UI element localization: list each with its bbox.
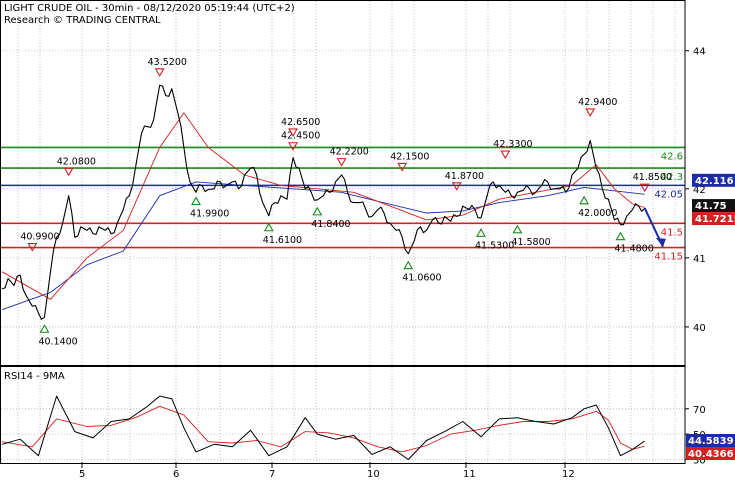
x-axis-label: 7: [269, 469, 275, 480]
swing-low-label: 40.1400: [38, 336, 77, 347]
swing-high-label: 41.8500: [633, 172, 672, 183]
price-badge-label: 42.116: [695, 176, 734, 187]
level-label: 41.15: [654, 252, 683, 263]
x-axis-label: 12: [562, 469, 575, 480]
swing-high-label: 42.6500: [281, 117, 320, 128]
rsi-title: RSI14 - 9MA: [4, 371, 65, 382]
price-axis-label: 41: [693, 254, 706, 265]
swing-low-label: 41.9900: [190, 209, 229, 220]
rsi-badge-label: 40.4366: [688, 449, 734, 460]
swing-high-label: 43.5200: [148, 57, 187, 68]
swing-high-label: 42.1500: [390, 151, 429, 162]
swing-low-label: 41.0600: [402, 273, 441, 284]
swing-high-label: 42.4500: [281, 131, 320, 142]
x-axis-label: 6: [173, 469, 179, 480]
level-label: 42.05: [654, 189, 683, 200]
swing-low-label: 41.4800: [614, 244, 653, 255]
level-label: 41.5: [661, 227, 683, 238]
chart-title: LIGHT CRUDE OIL - 30min - 08/12/2020 05:…: [4, 3, 295, 14]
swing-high-label: 42.9400: [578, 97, 617, 108]
price-axis-label: 40: [693, 323, 706, 334]
swing-high-label: 40.9900: [20, 232, 59, 243]
price-badge-label: 41.75: [695, 201, 727, 212]
swing-low-label: 41.6100: [263, 235, 302, 246]
swing-high-label: 42.3300: [493, 139, 532, 150]
swing-high-label: 41.8700: [445, 171, 484, 182]
x-axis-label: 11: [463, 469, 476, 480]
chart: 42.642.342.0541.541.15 40.990040.140042.…: [0, 0, 735, 480]
swing-high-label: 42.2200: [330, 147, 369, 158]
swing-low-label: 41.5300: [475, 240, 514, 251]
level-label: 42.6: [661, 151, 683, 162]
swing-high-label: 42.0800: [57, 156, 96, 167]
swing-low-label: 41.5800: [511, 237, 550, 248]
swing-low-label: 42.0000: [578, 208, 617, 219]
x-axis-label: 5: [79, 469, 85, 480]
x-axis-label: 10: [367, 469, 380, 480]
price-axis-label: 44: [693, 47, 706, 58]
rsi-axis-label: 70: [693, 405, 706, 416]
rsi-badge-label: 44.5839: [688, 436, 734, 447]
chart-subtitle: Research © TRADING CENTRAL: [4, 15, 161, 26]
price-badge-label: 41.7215: [695, 214, 735, 225]
swing-low-label: 41.8400: [311, 219, 350, 230]
